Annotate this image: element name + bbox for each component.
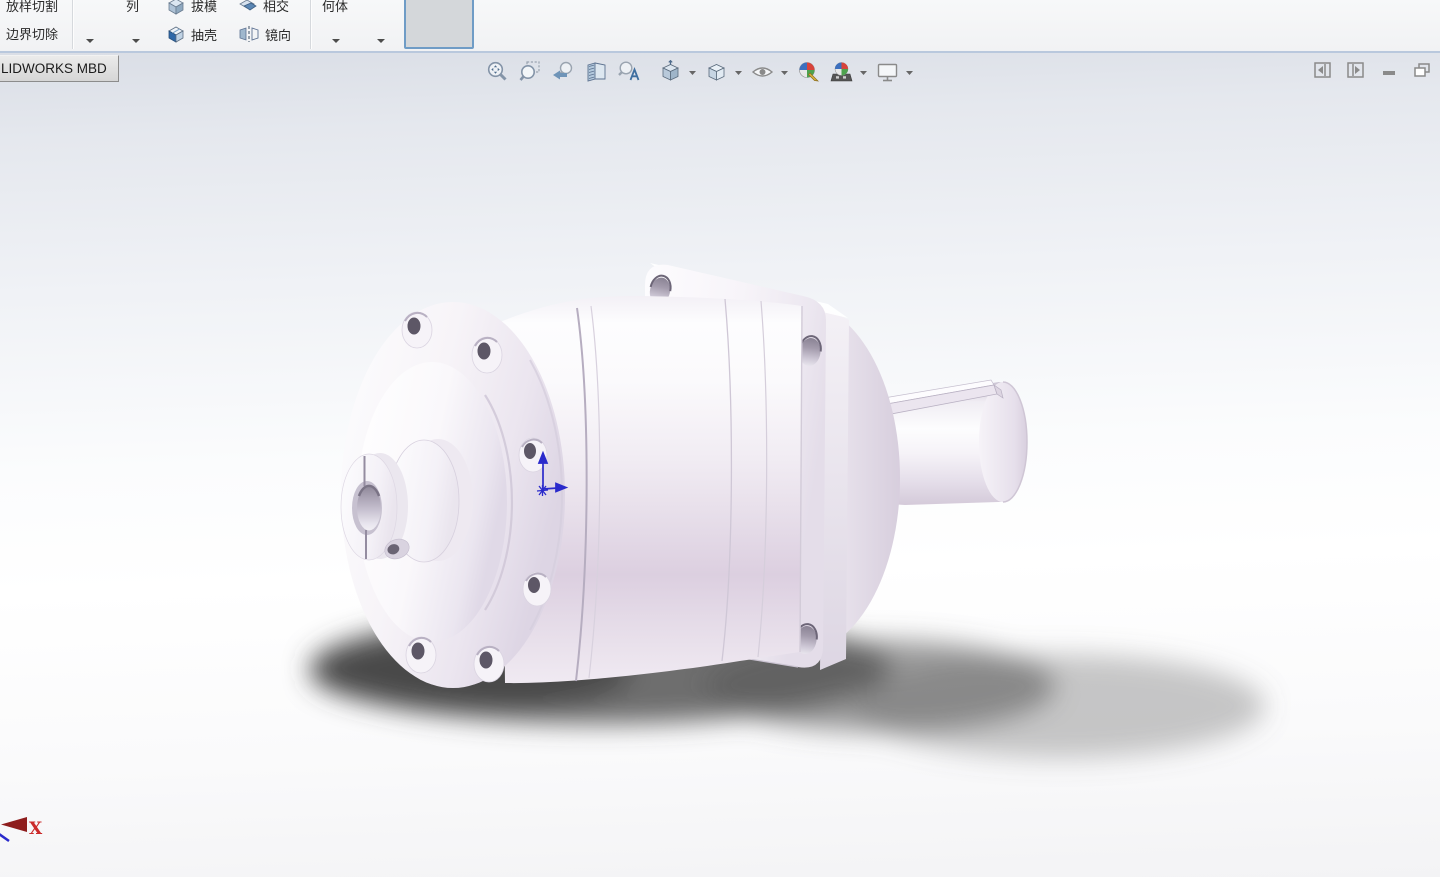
shell-label: 抽壳: [191, 27, 218, 43]
pattern-label: 列: [126, 0, 140, 14]
intersect-label: 相交: [263, 0, 290, 14]
display-style-icon[interactable]: [705, 60, 728, 84]
pattern-flyout-button[interactable]: 列: [126, 0, 139, 15]
boundary-cut-label: 边界切除: [6, 27, 59, 42]
command-manager: 放样切割 边界切除 列 拔模 抽壳 相交 镜向 何体: [0, 0, 1440, 53]
triad-z-axis: [0, 833, 10, 843]
mirror-icon: [239, 26, 259, 42]
shell-button[interactable]: 抽壳: [166, 24, 217, 44]
graphics-viewport[interactable]: X: [0, 53, 1440, 877]
restore-button[interactable]: [1412, 60, 1432, 80]
zoom-to-area-icon[interactable]: [519, 60, 542, 84]
edit-appearance-icon[interactable]: [797, 60, 820, 84]
previous-view-icon[interactable]: [552, 60, 575, 84]
view-orientation-icon[interactable]: [659, 60, 682, 84]
window-controls: [1313, 60, 1432, 80]
reference-geometry-caret[interactable]: [332, 39, 340, 43]
tab-solidworks-mbd[interactable]: LIDWORKS MBD: [0, 55, 119, 82]
section-view-icon[interactable]: [585, 60, 608, 84]
active-tool-button[interactable]: [404, 0, 474, 49]
collapse-pane-left-button[interactable]: [1313, 60, 1333, 80]
view-orientation-caret[interactable]: [688, 60, 697, 84]
reference-geometry-flyout-button[interactable]: 何体: [322, 0, 348, 15]
dynamic-annotation-views-icon[interactable]: [618, 60, 641, 84]
view-settings-icon[interactable]: [876, 60, 899, 84]
shell-cube-icon: [168, 26, 184, 43]
triad-x-label: X: [29, 819, 43, 839]
heads-up-view-toolbar: [486, 58, 922, 86]
draft-button[interactable]: 拔模: [166, 0, 217, 15]
collapse-pane-right-button[interactable]: [1346, 60, 1366, 80]
triad-x-axis-arrow: [1, 817, 27, 832]
hide-show-items-icon[interactable]: [751, 60, 774, 84]
draft-label: 拔模: [191, 0, 218, 14]
toolbar-separator: [310, 0, 312, 49]
toolbar-separator: [72, 0, 74, 49]
view-settings-caret[interactable]: [905, 60, 914, 84]
pattern-dropdown-caret[interactable]: [86, 39, 94, 43]
hide-show-items-caret[interactable]: [780, 60, 789, 84]
boundary-cut-button[interactable]: 边界切除: [6, 24, 58, 43]
mirror-button[interactable]: 镜向: [238, 24, 291, 44]
mirror-label: 镜向: [265, 27, 292, 43]
intersect-icon: [239, 0, 257, 10]
draft-cube-icon: [168, 0, 184, 15]
intersect-button[interactable]: 相交: [238, 0, 289, 15]
input-hub: [340, 439, 473, 563]
gearbox-model-canvas: X: [0, 263, 1265, 843]
reference-geometry-label: 何体: [322, 0, 349, 14]
tab-label: LIDWORKS MBD: [1, 61, 107, 76]
pattern-dropdown-caret-2[interactable]: [132, 39, 140, 43]
zoom-to-fit-icon[interactable]: [486, 60, 509, 84]
lofted-cut-label: 放样切割: [6, 0, 59, 14]
solidworks-window: X 放样切割 边界切除 列 拔模 抽壳 相交 镜向 何体 LIDWORKS MB…: [0, 0, 1440, 877]
display-style-caret[interactable]: [734, 60, 743, 84]
reference-triad: X: [0, 817, 43, 843]
minimize-button[interactable]: [1379, 60, 1399, 80]
apply-scene-icon[interactable]: [830, 60, 853, 84]
apply-scene-caret[interactable]: [859, 60, 868, 84]
lofted-cut-button[interactable]: 放样切割: [6, 0, 58, 15]
curves-caret[interactable]: [377, 39, 385, 43]
